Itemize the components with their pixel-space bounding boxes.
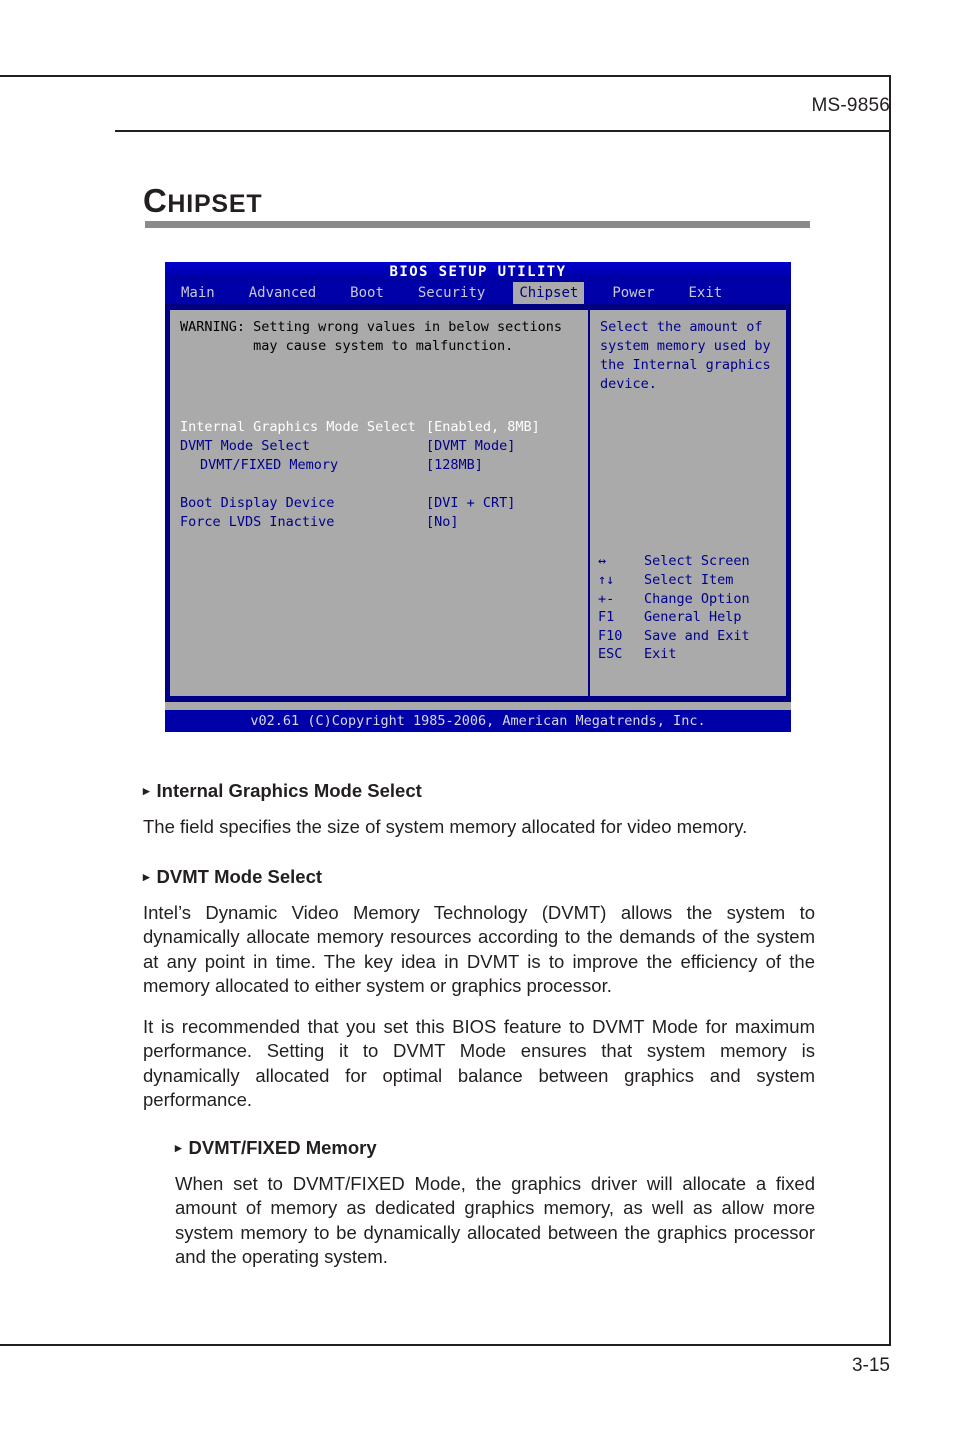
bios-settings-spacer <box>180 475 580 494</box>
bios-key-legend: ↔ Select Screen ↑↓ Select Item +- Change Opti… <box>598 552 788 664</box>
bios-help-text: Select the amount of system memory used … <box>600 319 771 392</box>
bios-tab-security[interactable]: Security <box>412 282 491 304</box>
page-title-initial: C <box>143 182 168 219</box>
bios-body-panel: WARNING: Setting wrong values in below s… <box>168 308 788 698</box>
section-heading-dvmt-mode-select: ▸ DVMT Mode Select <box>143 866 815 888</box>
page-title-underline <box>145 221 810 228</box>
bullet-icon: ▸ <box>143 783 150 798</box>
bios-setting-row[interactable]: DVMT/FIXED Memory [128MB] <box>180 456 580 475</box>
bios-settings-list: Internal Graphics Mode Select [Enabled, 8… <box>180 418 580 532</box>
bios-legend-row: ESC Exit <box>598 645 788 664</box>
bios-setting-value[interactable]: [DVI + CRT] <box>426 494 515 513</box>
bios-setting-label: Force LVDS Inactive <box>180 514 335 530</box>
bios-legend-row: F10 Save and Exit <box>598 627 788 646</box>
page-title-rest: HIPSET <box>167 190 263 218</box>
bios-main-pane: WARNING: Setting wrong values in below s… <box>170 310 588 696</box>
bios-statusbar: v02.61 (C)Copyright 1985-2006, American … <box>165 710 791 732</box>
bios-setting-value[interactable]: [DVMT Mode] <box>426 437 515 456</box>
section-paragraph-dvmt-1: Intel’s Dynamic Video Memory Technology … <box>143 901 815 997</box>
bios-warning-text: WARNING: Setting wrong values in below s… <box>180 318 562 356</box>
bios-warning-line-1: WARNING: Setting wrong values in below s… <box>180 319 563 335</box>
bios-setting-label: Boot Display Device <box>180 495 335 511</box>
bios-setting-row[interactable]: Force LVDS Inactive [No] <box>180 513 580 532</box>
bios-legend-row: +- Change Option <box>598 590 788 609</box>
bios-setting-label: DVMT/FIXED Memory <box>200 457 339 473</box>
bios-legend-description: Save and Exit <box>644 627 750 644</box>
section-heading-text: DVMT Mode Select <box>156 865 323 887</box>
section-heading-dvmt-fixed-memory: ▸ DVMT/FIXED Memory <box>175 1137 815 1159</box>
bios-setup-window: BIOS SETUP UTILITY Main Advanced Boot Secur… <box>165 262 791 732</box>
bios-legend-description: Select Screen <box>644 553 750 570</box>
section-heading-internal-graphics-mode-select: ▸ Internal Graphics Mode Select <box>143 780 815 802</box>
page-title: CHIPSET <box>143 182 262 220</box>
bios-menubar[interactable]: Main Advanced Boot Security Chipset Power Exit <box>165 282 791 304</box>
page-frame-right-rule <box>889 75 891 1345</box>
document-body: ▸ Internal Graphics Mode Select The field… <box>143 780 815 1270</box>
bios-tab-boot[interactable]: Boot <box>344 282 390 304</box>
bios-setting-row[interactable]: Internal Graphics Mode Select [Enabled, 8… <box>180 418 580 437</box>
bios-legend-description: Change Option <box>644 590 750 607</box>
section-heading-text: Internal Graphics Mode Select <box>156 780 422 801</box>
bullet-icon: ▸ <box>175 1139 182 1155</box>
page-frame-bottom-rule <box>0 1344 891 1346</box>
bios-statusbar-gap <box>165 702 791 710</box>
page-number: 3-15 <box>851 1355 890 1376</box>
bios-legend-description: General Help <box>644 609 742 626</box>
bios-legend-key: ↔ <box>598 553 607 570</box>
bios-legend-key: ESC <box>598 646 623 663</box>
page-frame-top-rule <box>0 75 891 77</box>
bios-legend-key: +- <box>598 590 615 607</box>
bios-tab-power[interactable]: Power <box>606 282 660 304</box>
bios-legend-description: Exit <box>644 646 677 663</box>
bios-legend-row: ↔ Select Screen <box>598 552 788 571</box>
bios-tab-chipset[interactable]: Chipset <box>513 282 585 304</box>
section-paragraph-dvmt-2: It is recommended that you set this BIOS… <box>143 1015 815 1111</box>
header-divider-rule <box>115 130 890 132</box>
section-paragraph-internal-graphics: The field specifies the size of system m… <box>143 816 748 837</box>
bios-tab-main[interactable]: Main <box>175 282 221 304</box>
bios-tab-advanced[interactable]: Advanced <box>243 282 322 304</box>
bios-legend-key: F10 <box>598 627 623 644</box>
bios-legend-row: ↑↓ Select Item <box>598 571 788 590</box>
bios-setting-row[interactable]: DVMT Mode Select [DVMT Mode] <box>180 437 580 456</box>
bios-legend-key: ↑↓ <box>598 572 615 589</box>
bios-legend-row: F1 General Help <box>598 608 788 627</box>
bios-setting-value[interactable]: [Enabled, 8MB] <box>426 418 540 437</box>
bios-setting-value[interactable]: [128MB] <box>426 456 483 475</box>
bios-setting-label: DVMT Mode Select <box>180 438 311 454</box>
bios-setting-label: Internal Graphics Mode Select <box>180 419 416 435</box>
section-heading-text: DVMT/FIXED Memory <box>188 1136 377 1158</box>
bios-setting-value[interactable]: [No] <box>426 513 459 532</box>
section-paragraph-dvmt-fixed-memory: When set to DVMT/FIXED Mode, the graphic… <box>175 1172 815 1268</box>
bios-legend-key: F1 <box>598 609 615 626</box>
bios-warning-line-2: may cause system to malfunction. <box>180 338 514 354</box>
bios-tab-exit[interactable]: Exit <box>682 282 728 304</box>
subsection-dvmt-fixed-memory: ▸ DVMT/FIXED Memory When set to DVMT/FIXE… <box>175 1137 815 1270</box>
bios-titlebar: BIOS SETUP UTILITY <box>165 262 791 282</box>
bios-help-pane: Select the amount of system memory used … <box>590 310 786 696</box>
bios-setting-row[interactable]: Boot Display Device [DVI + CRT] <box>180 494 580 513</box>
bullet-icon: ▸ <box>143 868 150 884</box>
bios-legend-description: Select Item <box>644 572 734 589</box>
model-number: MS-9856 <box>811 95 890 116</box>
